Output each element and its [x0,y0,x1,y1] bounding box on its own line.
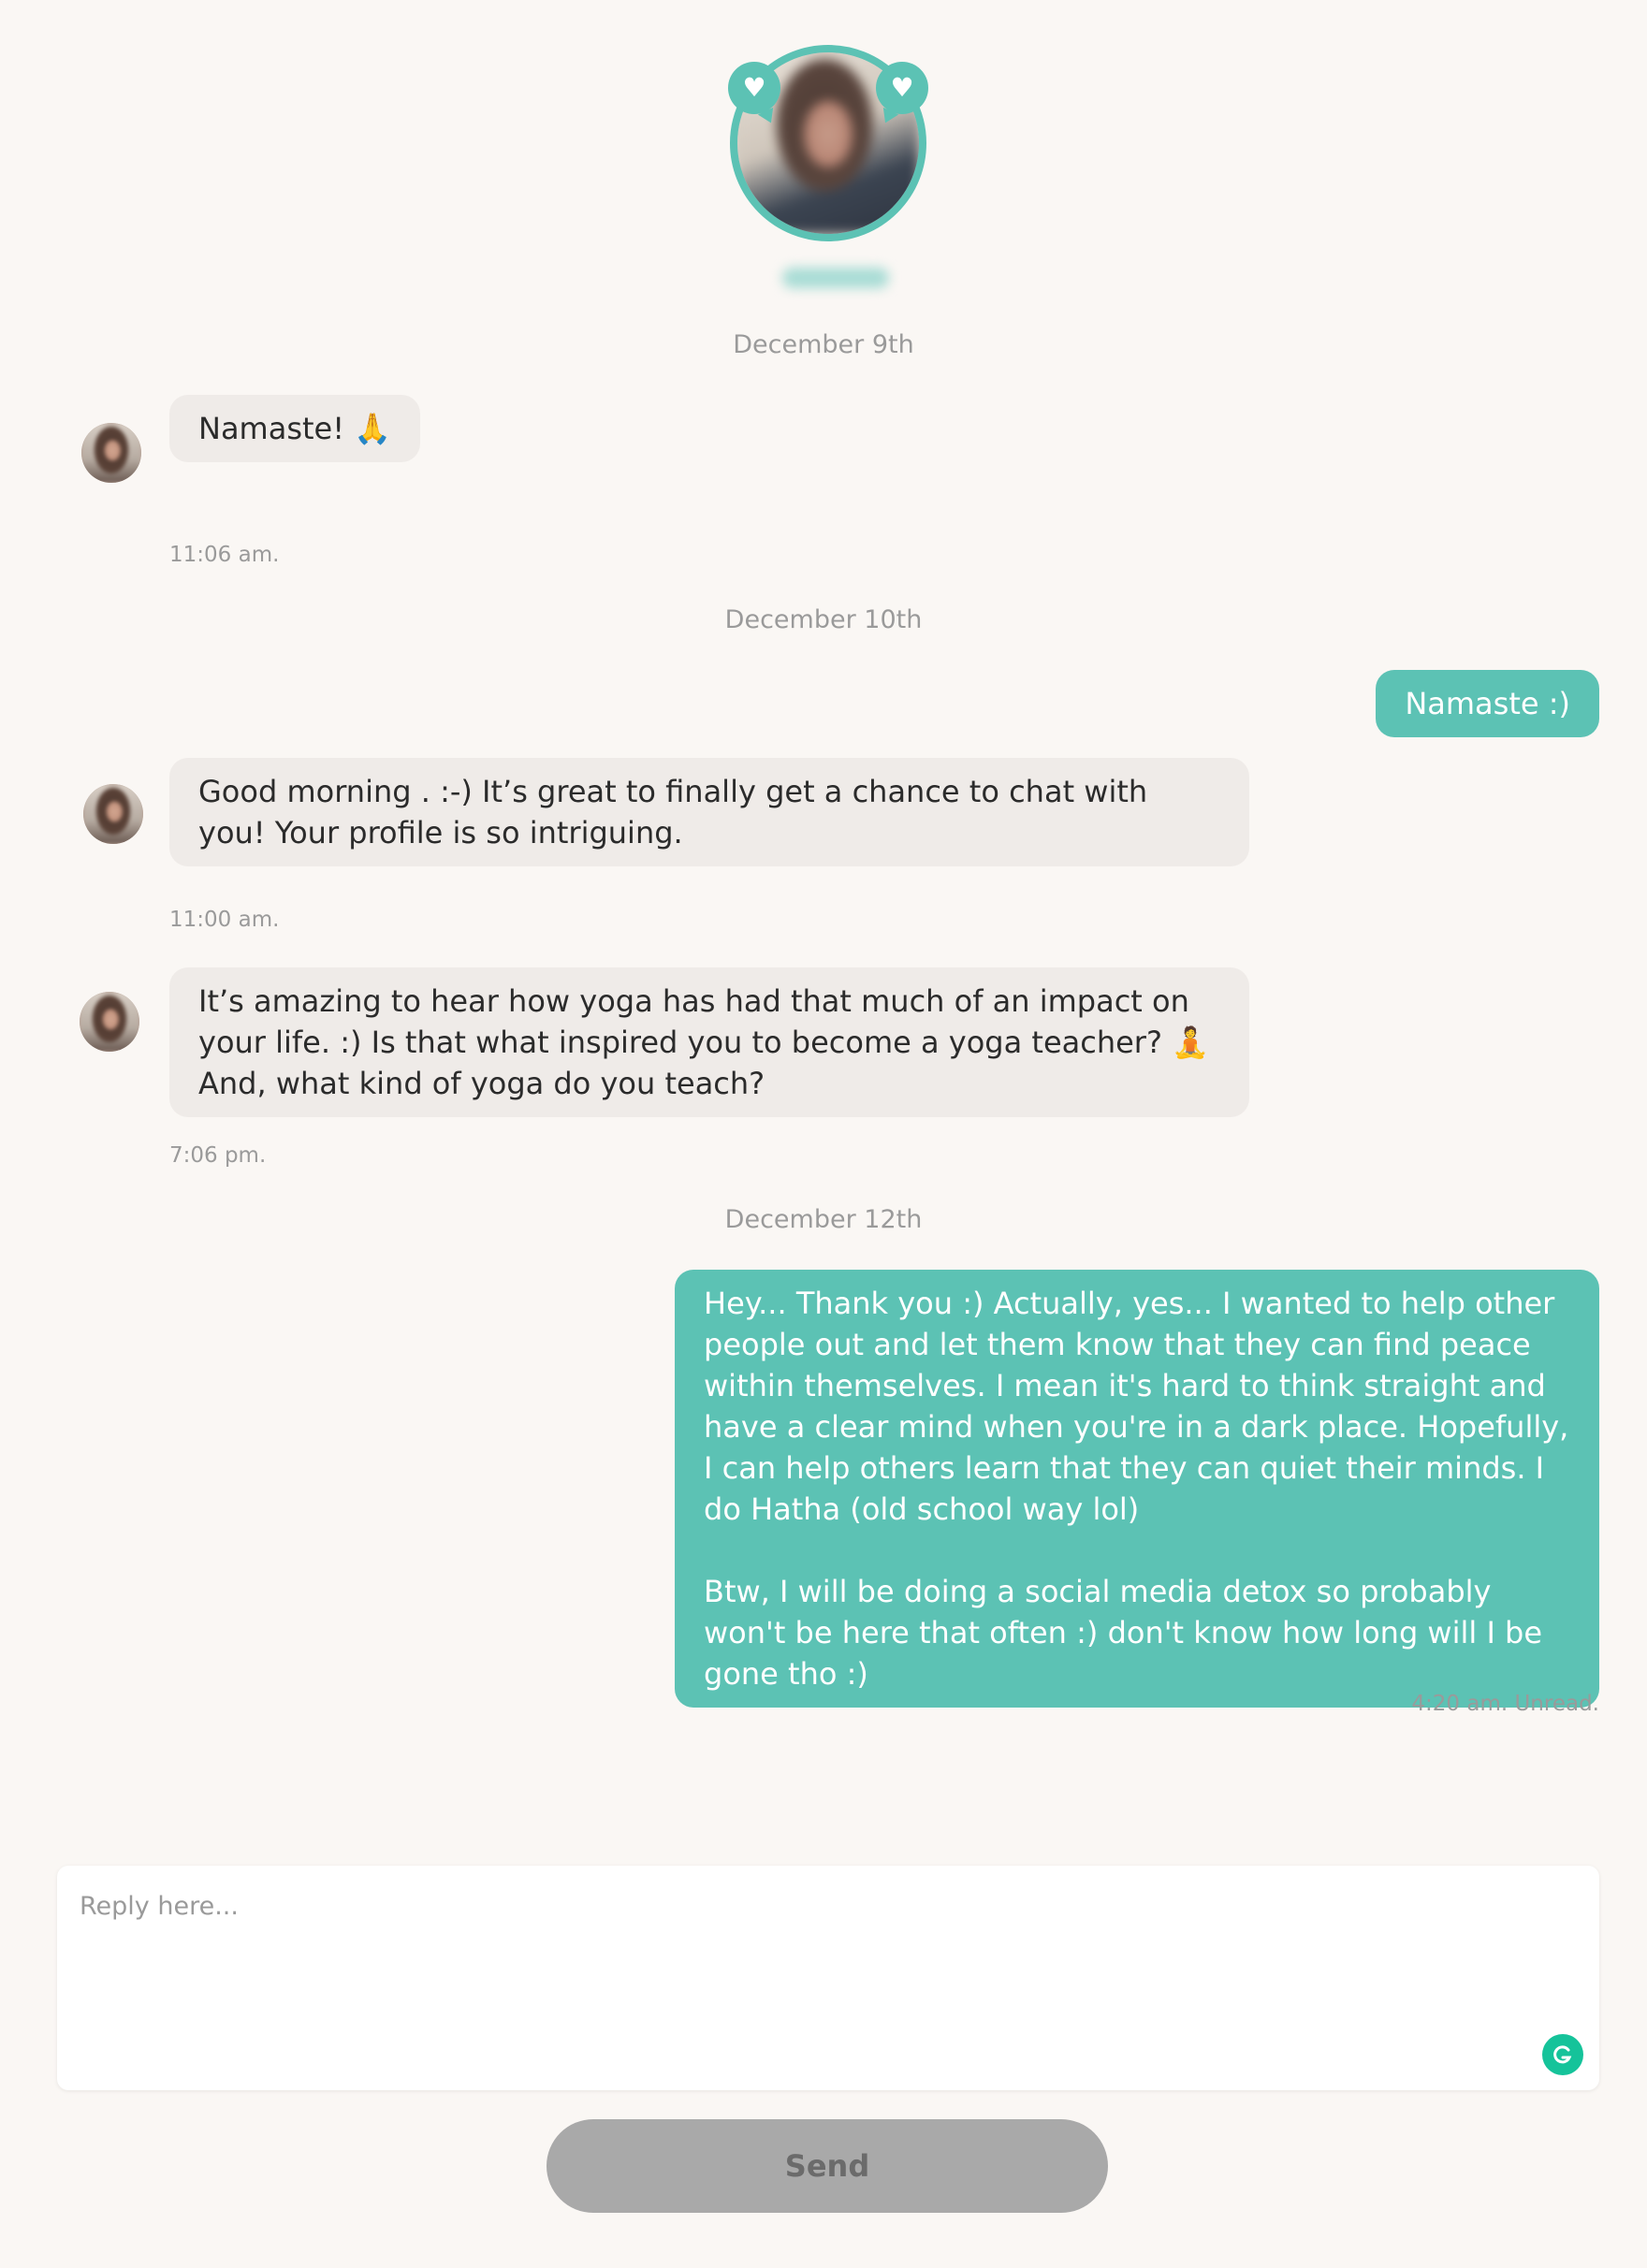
grammarly-icon[interactable] [1542,2034,1583,2075]
profile-header[interactable]: ♥ ♥ [728,45,928,241]
reply-box [57,1866,1599,2090]
sender-avatar[interactable] [83,784,143,844]
message-status-timestamp: 4:20 am. Unread. [1411,1692,1599,1716]
incoming-message-bubble: It’s amazing to hear how yoga has had th… [169,967,1249,1117]
grammarly-glyph [1553,2045,1572,2064]
outgoing-message-bubble: Hey... Thank you :) Actually, yes... I w… [675,1270,1599,1708]
avatar-photo [80,992,139,1052]
date-separator: December 10th [724,605,923,634]
message-timestamp: 11:06 am. [169,543,280,567]
send-button[interactable]: Send [547,2119,1108,2213]
sender-avatar[interactable] [81,423,141,483]
reply-input[interactable] [57,1866,1599,2090]
message-timestamp: 7:06 pm. [169,1143,267,1168]
avatar-photo [81,423,141,483]
date-separator: December 12th [724,1205,923,1234]
incoming-message-bubble: Good morning . :-) It’s great to finally… [169,758,1249,866]
message-timestamp: 11:00 am. [169,908,280,932]
heart-icon: ♥ [728,62,780,114]
outgoing-message-bubble: Namaste :) [1376,670,1599,737]
avatar-photo [83,784,143,844]
date-separator: December 9th [733,330,914,359]
chat-page: ♥ ♥ December 9th Namaste! 🙏 11:06 am. De… [0,0,1647,2268]
heart-icon: ♥ [876,62,928,114]
profile-name-redacted [782,268,889,288]
incoming-message-bubble: Namaste! 🙏 [169,395,421,462]
sender-avatar[interactable] [80,992,139,1052]
